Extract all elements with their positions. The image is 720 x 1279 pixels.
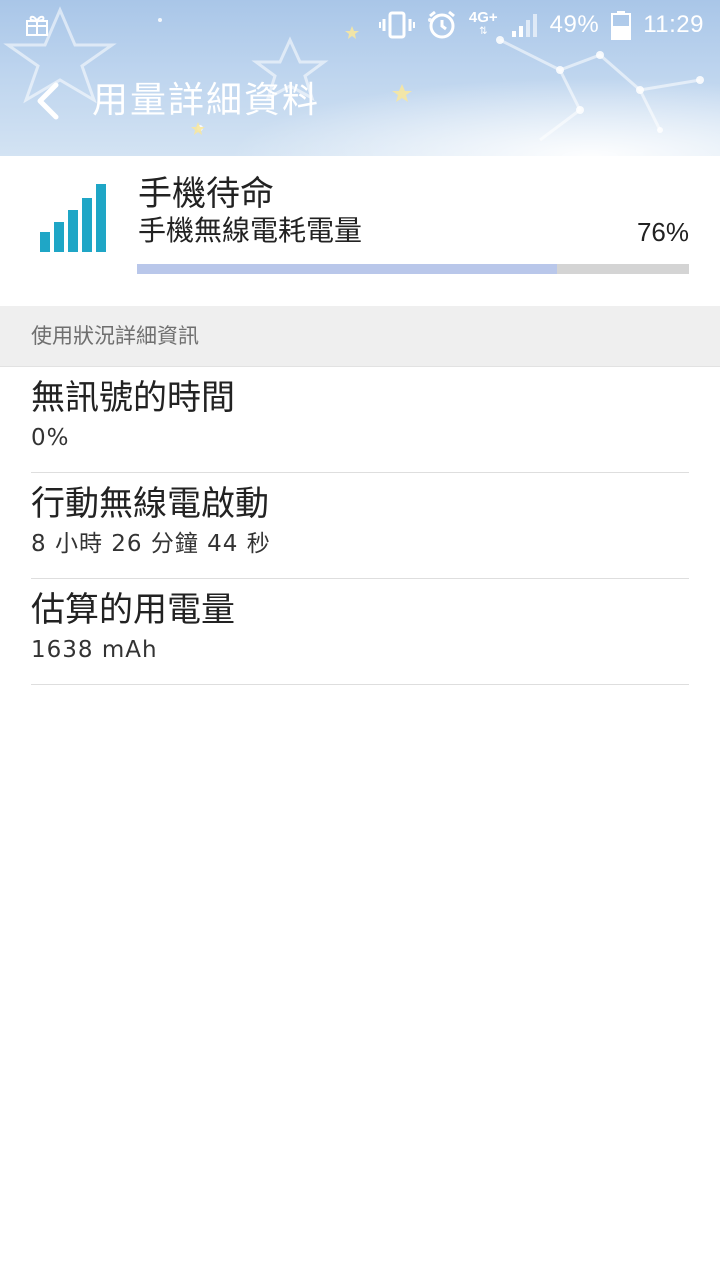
summary-title: 手機待命 xyxy=(138,174,274,214)
network-type-label: 4G+ xyxy=(468,9,498,26)
detail-value: 1638 mAh xyxy=(31,637,158,663)
usage-progress-fill xyxy=(137,264,557,274)
detail-value: 8 小時 26 分鐘 44 秒 xyxy=(31,531,271,557)
app-header: 4G+ ⇅ 49% 11:29 用量詳細資料 xyxy=(0,0,720,156)
usage-progress-bar xyxy=(137,264,689,274)
toolbar: 用量詳細資料 xyxy=(0,60,720,140)
list-item: 估算的用電量 1638 mAh xyxy=(31,579,689,685)
usage-summary: 手機待命 手機無線電耗電量 76% xyxy=(0,156,720,306)
list-item: 無訊號的時間 0% xyxy=(31,367,689,473)
detail-label: 估算的用電量 xyxy=(31,590,235,630)
detail-label: 行動無線電啟動 xyxy=(31,484,269,524)
alarm-icon xyxy=(428,10,455,39)
clock: 11:29 xyxy=(643,11,704,38)
battery-icon xyxy=(611,11,632,40)
status-bar: 4G+ ⇅ 49% 11:29 xyxy=(0,0,720,50)
status-icons: 4G+ ⇅ 49% 11:29 xyxy=(378,8,704,42)
data-arrows-icon: ⇅ xyxy=(479,26,488,37)
vibrate-icon xyxy=(378,11,415,39)
list-item: 行動無線電啟動 8 小時 26 分鐘 44 秒 xyxy=(31,473,689,579)
network-4g-icon: 4G+ ⇅ xyxy=(468,9,498,39)
summary-percent: 76% xyxy=(636,217,689,247)
detail-label: 無訊號的時間 xyxy=(31,378,235,418)
battery-usage-detail-screen: 4G+ ⇅ 49% 11:29 用量詳細資料 手機待命 手機無線電耗電量 76%… xyxy=(0,0,720,1279)
detail-list: 無訊號的時間 0% 行動無線電啟動 8 小時 26 分鐘 44 秒 估算的用電量… xyxy=(0,367,720,685)
section-header: 使用狀況詳細資訊 xyxy=(0,306,720,367)
chevron-left-icon xyxy=(37,82,59,120)
signal-icon xyxy=(511,14,537,37)
detail-value: 0% xyxy=(31,425,70,451)
gift-icon xyxy=(26,15,48,36)
back-button[interactable] xyxy=(22,76,72,126)
page-title: 用量詳細資料 xyxy=(92,80,321,121)
battery-percent: 49% xyxy=(549,11,600,38)
signal-strength-icon xyxy=(40,184,106,252)
summary-subtitle: 手機無線電耗電量 xyxy=(138,214,363,247)
section-header-label: 使用狀況詳細資訊 xyxy=(31,324,199,348)
